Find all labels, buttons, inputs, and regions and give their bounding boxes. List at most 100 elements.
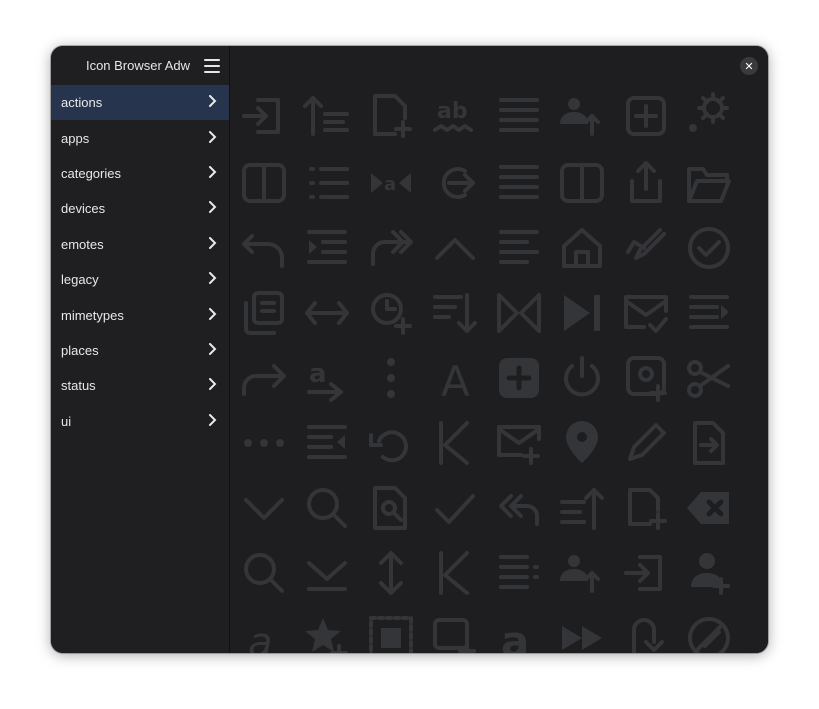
sidebar-item-mimetypes[interactable]: mimetypes: [51, 297, 229, 332]
bold-icon[interactable]: a: [491, 610, 547, 653]
zoom-icon[interactable]: [299, 480, 355, 536]
edit-icon[interactable]: [618, 415, 674, 471]
arrows-horizontal-icon[interactable]: [299, 285, 355, 341]
mail-read-icon[interactable]: [618, 285, 674, 341]
location-icon[interactable]: [554, 415, 610, 471]
sort-ascending-icon[interactable]: [299, 88, 355, 144]
add-square-icon[interactable]: [491, 350, 547, 406]
app-title: Icon Browser Adw: [85, 58, 190, 73]
contact-transfer-icon[interactable]: [554, 545, 610, 601]
sidebar-item-legacy[interactable]: legacy: [51, 262, 229, 297]
sidebar-header: Icon Browser Adw: [51, 46, 229, 85]
italic-icon[interactable]: a: [236, 610, 292, 653]
contact-add-icon[interactable]: [681, 545, 737, 601]
spellcheck-icon[interactable]: ab: [427, 88, 483, 144]
mail-send-icon[interactable]: [491, 415, 547, 471]
settings-icon[interactable]: [681, 88, 737, 144]
edit-clear-icon[interactable]: [681, 610, 737, 653]
media-seek-icon[interactable]: a: [363, 155, 419, 211]
svg-text:a: a: [309, 359, 327, 389]
clear-icon[interactable]: [681, 480, 737, 536]
sidebar-item-devices[interactable]: devices: [51, 191, 229, 226]
chevron-right-icon: [208, 236, 218, 252]
view-split-icon[interactable]: [554, 155, 610, 211]
rotate-left-icon[interactable]: [363, 415, 419, 471]
close-icon: ✕: [744, 60, 754, 73]
log-in-icon[interactable]: [618, 545, 674, 601]
align-justify-icon[interactable]: [491, 88, 547, 144]
close-button[interactable]: ✕: [740, 57, 758, 75]
sidebar-item-label: places: [61, 342, 99, 358]
chevron-right-icon: [208, 201, 218, 216]
indent-less-icon[interactable]: [299, 415, 355, 471]
chevron-right-icon: [208, 272, 218, 287]
more-vertical-icon[interactable]: [363, 350, 419, 406]
font-icon[interactable]: A: [427, 350, 483, 406]
app-window: Icon Browser Adw actions apps categories de…: [51, 46, 768, 653]
sidebar-item-categories[interactable]: categories: [51, 156, 229, 191]
edit-redo-icon[interactable]: [618, 220, 674, 276]
selection-icon[interactable]: [363, 610, 419, 653]
go-up-icon[interactable]: [427, 220, 483, 276]
sidebar-item-apps[interactable]: apps: [51, 120, 229, 155]
sidebar-item-places[interactable]: places: [51, 333, 229, 368]
text-direction-icon[interactable]: a: [299, 350, 355, 406]
folder-open-icon[interactable]: [681, 155, 737, 211]
chevron-right-icon: [208, 378, 218, 393]
document-search-icon[interactable]: [363, 480, 419, 536]
view-mirror-icon[interactable]: [491, 285, 547, 341]
content-header: ✕: [230, 46, 768, 85]
sort-up-icon[interactable]: [554, 480, 610, 536]
copy-icon[interactable]: [236, 285, 292, 341]
checkmark-circle-icon[interactable]: [681, 220, 737, 276]
chevron-down-icon[interactable]: [236, 480, 292, 536]
hamburger-menu-icon[interactable]: [204, 58, 220, 73]
go-bottom-icon[interactable]: [299, 545, 355, 601]
media-skip-forward-icon[interactable]: [554, 285, 610, 341]
redo-icon[interactable]: [363, 220, 419, 276]
undo-icon[interactable]: [236, 220, 292, 276]
list-icon[interactable]: [491, 545, 547, 601]
key-icon[interactable]: [427, 415, 483, 471]
alarm-add-icon[interactable]: [363, 285, 419, 341]
align-justify-icon[interactable]: [491, 155, 547, 211]
more-horizontal-icon[interactable]: [236, 415, 292, 471]
view-dual-icon[interactable]: [236, 155, 292, 211]
document-send-icon[interactable]: [681, 415, 737, 471]
content-pane: ✕ ab a a Aa a: [230, 46, 768, 653]
document-new-icon[interactable]: [363, 88, 419, 144]
indent-more-icon[interactable]: [299, 220, 355, 276]
sidebar-item-actions[interactable]: actions: [51, 85, 229, 121]
reply-all-icon[interactable]: [491, 480, 547, 536]
seek-forward-icon[interactable]: [554, 610, 610, 653]
go-home-icon[interactable]: [554, 220, 610, 276]
sidebar-item-ui[interactable]: ui: [51, 404, 229, 439]
mail-add-icon[interactable]: [618, 350, 674, 406]
move-vertical-icon[interactable]: [363, 545, 419, 601]
icon-grid: ab a a Aa a: [230, 85, 768, 653]
chevron-right-icon: [208, 130, 218, 146]
window-new-icon[interactable]: [427, 610, 483, 653]
list-add-icon[interactable]: [618, 88, 674, 144]
search-icon[interactable]: [236, 545, 292, 601]
go-jump-icon[interactable]: [618, 610, 674, 653]
sort-descending-icon[interactable]: [427, 285, 483, 341]
power-icon[interactable]: [554, 350, 610, 406]
tab-new-icon[interactable]: [618, 480, 674, 536]
svg-text:a: a: [248, 620, 273, 653]
go-next-icon[interactable]: [427, 155, 483, 211]
star-add-icon[interactable]: [299, 610, 355, 653]
sidebar-item-status[interactable]: status: [51, 368, 229, 403]
format-text-icon[interactable]: [681, 285, 737, 341]
share-icon[interactable]: [618, 155, 674, 211]
sidebar-item-label: actions: [61, 95, 103, 111]
key-icon[interactable]: [427, 545, 483, 601]
forward-icon[interactable]: [236, 350, 292, 406]
align-left-icon[interactable]: [491, 220, 547, 276]
contact-transfer-icon[interactable]: [554, 88, 610, 144]
sidebar-item-emotes[interactable]: emotes: [51, 227, 229, 262]
log-in-icon[interactable]: [236, 88, 292, 144]
cut-icon[interactable]: [681, 350, 737, 406]
check-icon[interactable]: [427, 480, 483, 536]
view-list-icon[interactable]: [299, 155, 355, 211]
